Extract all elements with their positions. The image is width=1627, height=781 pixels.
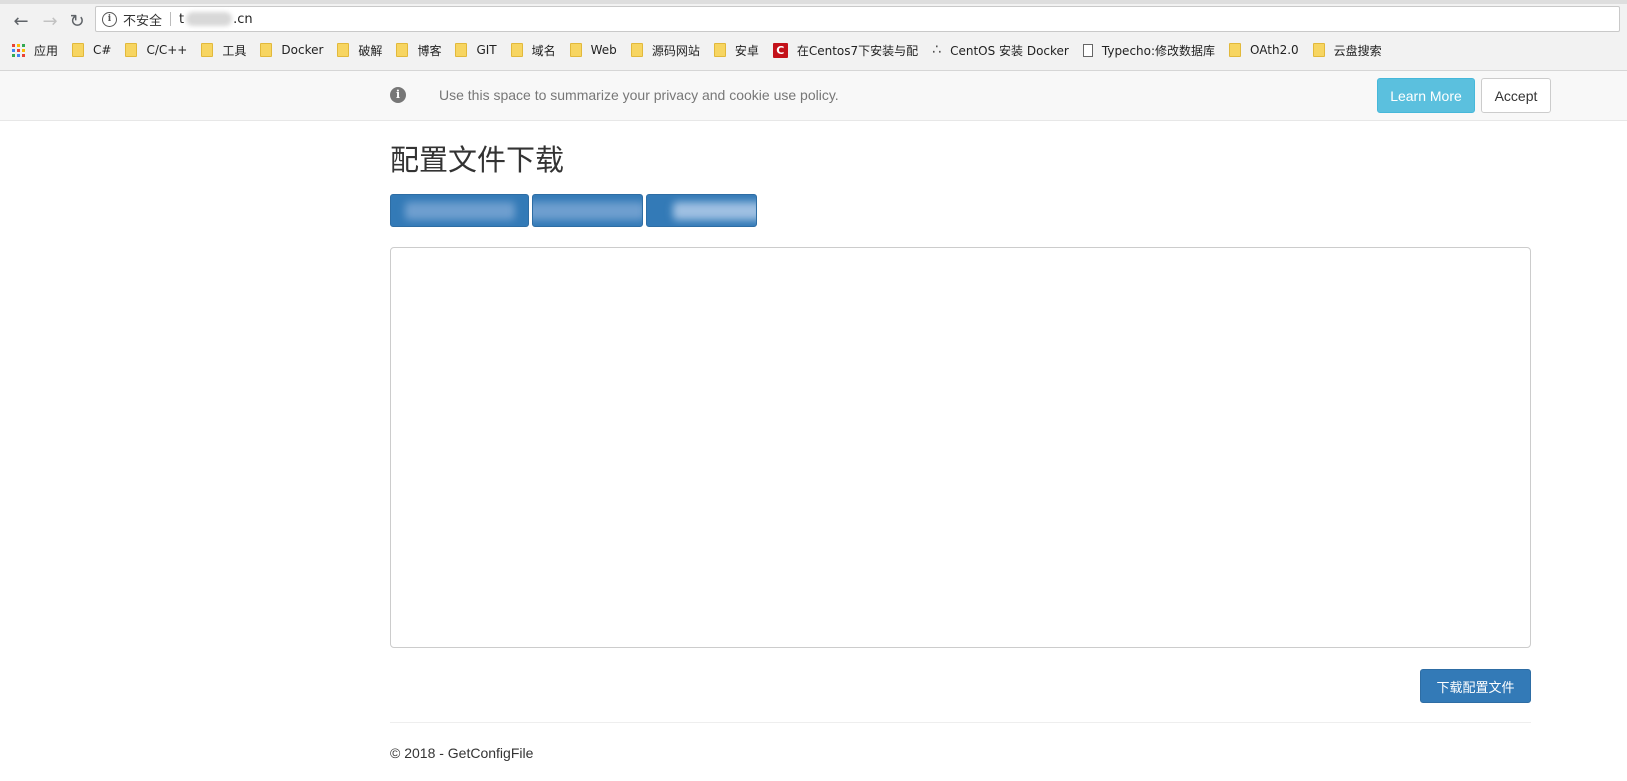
folder-icon xyxy=(1229,43,1242,57)
download-config-button[interactable]: 下载配置文件 xyxy=(1420,669,1531,703)
back-arrow-icon[interactable]: ← xyxy=(9,9,33,33)
apps-icon xyxy=(12,43,25,57)
bookmark-label: 源码网站 xyxy=(651,43,700,58)
bookmarks-bar: 应用 C# C/C++ 工具 Docker 破解 博客 GIT 域名 Web 源码网站 安卓 C 在Cen… xyxy=(12,39,1396,61)
bookmark-item[interactable]: Docker xyxy=(260,39,323,61)
bookmark-label: 破解 xyxy=(358,43,383,58)
bookmark-label: Web xyxy=(590,43,617,57)
bookmark-item[interactable]: 破解 xyxy=(337,39,382,61)
bookmark-item[interactable]: Typecho:修改数据库 xyxy=(1082,39,1216,61)
info-circle-icon: i xyxy=(390,87,406,103)
redacted-blur xyxy=(186,12,233,26)
config-tab-2[interactable] xyxy=(532,194,643,227)
folder-icon xyxy=(510,43,523,57)
folder-icon xyxy=(201,43,214,57)
centos-icon: ∴ xyxy=(932,42,942,58)
reload-icon[interactable]: ↻ xyxy=(65,9,89,33)
forward-arrow-icon[interactable]: → xyxy=(38,9,62,33)
cookie-message: Use this space to summarize your privacy… xyxy=(439,87,839,103)
folder-icon xyxy=(713,43,726,57)
bookmark-label: 工具 xyxy=(222,43,247,58)
bookmark-label: 博客 xyxy=(417,43,442,58)
bookmark-label: 安卓 xyxy=(734,43,759,58)
folder-icon xyxy=(455,43,468,57)
folder-icon xyxy=(569,43,582,57)
bookmark-item[interactable]: 域名 xyxy=(510,39,556,61)
bookmark-item[interactable]: Web xyxy=(569,39,617,61)
tab-strip xyxy=(0,0,1627,4)
folder-icon xyxy=(396,43,409,57)
redacted-blur xyxy=(673,202,756,220)
redacted-blur xyxy=(405,202,515,220)
bookmark-item[interactable]: 源码网站 xyxy=(630,39,700,61)
bookmark-item[interactable]: 应用 xyxy=(12,39,58,61)
csdn-icon: C xyxy=(772,42,788,58)
bookmark-label: Typecho:修改数据库 xyxy=(1101,43,1216,58)
security-label: 不安全 xyxy=(123,13,163,29)
bookmark-label: OAth2.0 xyxy=(1250,43,1299,57)
bookmark-label: Docker xyxy=(281,43,324,57)
bookmark-item[interactable]: 博客 xyxy=(396,39,441,61)
address-divider xyxy=(170,12,172,26)
bookmark-item[interactable]: GIT xyxy=(455,39,497,61)
folder-icon xyxy=(337,43,350,57)
config-tab-3[interactable] xyxy=(646,194,757,227)
redacted-blur xyxy=(533,202,642,220)
bookmark-label: C# xyxy=(93,43,112,57)
folder-icon xyxy=(260,43,273,57)
bookmark-label: 域名 xyxy=(531,43,556,58)
bookmark-label: CentOS 安装 Docker xyxy=(950,43,1069,58)
bookmark-label: C/C++ xyxy=(146,43,188,57)
learn-more-button[interactable]: Learn More xyxy=(1377,78,1475,113)
footer-divider xyxy=(390,722,1531,723)
bookmark-item[interactable]: 安卓 xyxy=(713,39,759,61)
accept-button[interactable]: Accept xyxy=(1481,78,1551,113)
page-title: 配置文件下载 xyxy=(390,143,565,177)
bookmark-label: 在Centos7下安装与配 xyxy=(796,43,919,58)
config-tab-1[interactable] xyxy=(390,194,529,227)
footer-copyright: © 2018 - GetConfigFile xyxy=(390,745,534,761)
folder-icon xyxy=(125,43,138,57)
page-icon xyxy=(1082,43,1093,57)
folder-icon xyxy=(630,43,643,57)
bookmark-item[interactable]: C# xyxy=(72,39,111,61)
bookmark-item[interactable]: 云盘搜索 xyxy=(1312,39,1382,61)
folder-icon xyxy=(1312,43,1325,57)
browser-toolbar: ← → ↻ i 不安全 t .cn 应用 C# C/C++ 工具 Docker 破解 博客 GI… xyxy=(0,0,1627,71)
bookmark-item[interactable]: C 在Centos7下安装与配 xyxy=(772,39,919,61)
info-icon[interactable]: i xyxy=(102,11,117,27)
bookmark-label: 应用 xyxy=(34,43,59,58)
folder-icon xyxy=(72,43,85,57)
bookmark-item[interactable]: C/C++ xyxy=(125,39,187,61)
bookmark-item[interactable]: OAth2.0 xyxy=(1229,39,1299,61)
url-text: t .cn xyxy=(179,11,253,27)
config-textarea[interactable] xyxy=(390,247,1531,648)
bookmark-label: 云盘搜索 xyxy=(1333,43,1382,58)
bookmark-item[interactable]: ∴ CentOS 安装 Docker xyxy=(932,39,1069,61)
address-bar[interactable]: i 不安全 t .cn xyxy=(95,6,1620,32)
bookmark-item[interactable]: 工具 xyxy=(201,39,246,61)
bookmark-label: GIT xyxy=(476,43,497,57)
